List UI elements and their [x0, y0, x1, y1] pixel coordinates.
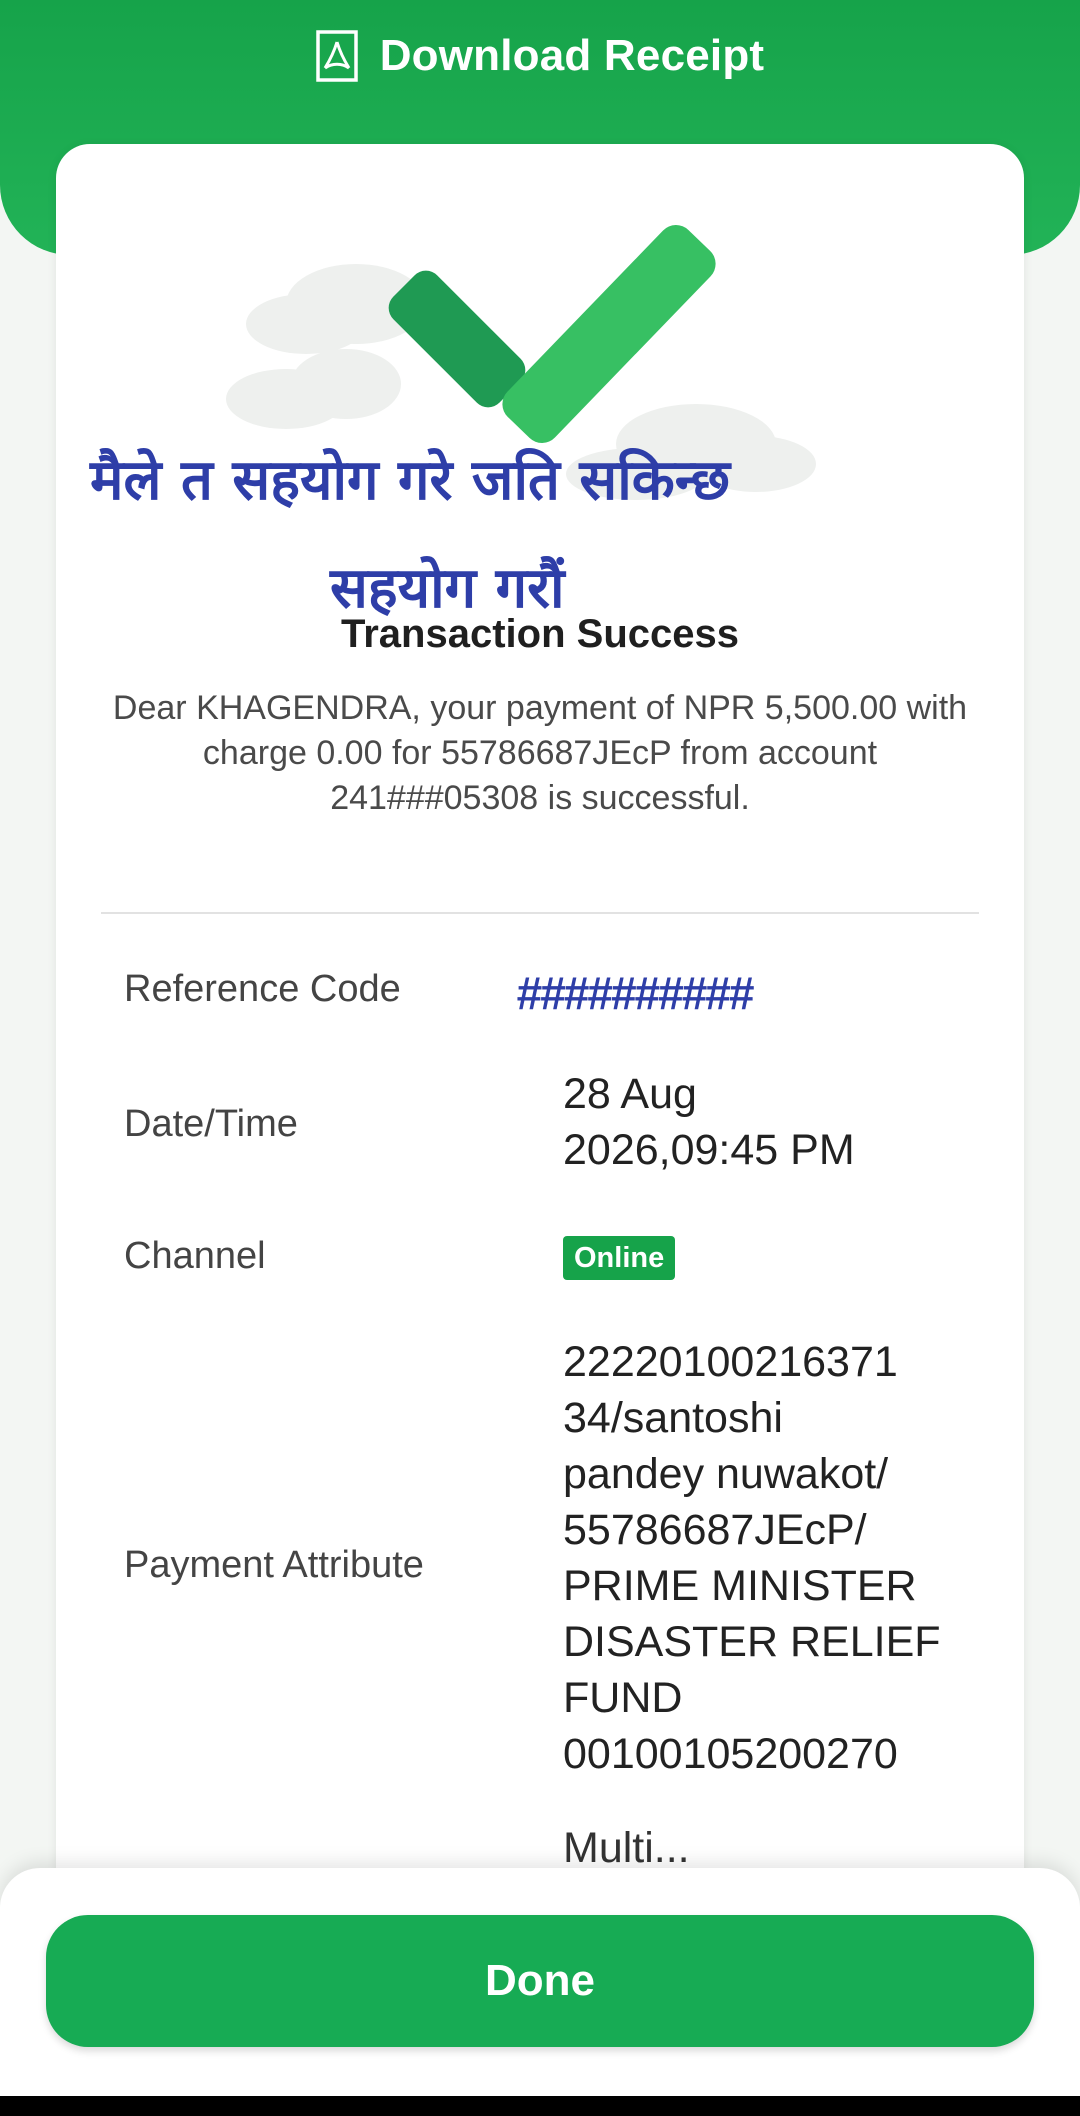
- payment-attribute-label: Payment Attribute: [124, 1544, 424, 1586]
- channel-label: Channel: [124, 1235, 266, 1277]
- receipt-screen: Download Receipt मैले त सहयोग गरे जति सक…: [0, 0, 1080, 2116]
- reference-code-label: Reference Code: [124, 968, 401, 1010]
- download-receipt-label: Download Receipt: [379, 31, 765, 80]
- reference-code-value: ##########: [516, 967, 754, 1019]
- done-button[interactable]: Done: [46, 1915, 1034, 2047]
- overlay-text-line1: मैले त सहयोग गरे जति सकिन्छ: [90, 448, 731, 513]
- transaction-status-title: Transaction Success: [341, 612, 739, 656]
- divider: [101, 912, 979, 914]
- datetime-value: 28 Aug 2026,09:45 PM: [563, 1070, 855, 1174]
- download-receipt-button[interactable]: Download Receipt: [0, 20, 1080, 92]
- channel-badge: Online: [563, 1236, 676, 1280]
- pdf-document-icon: [315, 30, 358, 82]
- system-nav-bar: [0, 2096, 1080, 2116]
- datetime-label: Date/Time: [124, 1103, 298, 1145]
- transaction-message: Dear KHAGENDRA, your payment of NPR 5,50…: [112, 689, 968, 817]
- payment-attribute-value: 22220100216371 34/santoshi pandey nuwako…: [563, 1338, 941, 1778]
